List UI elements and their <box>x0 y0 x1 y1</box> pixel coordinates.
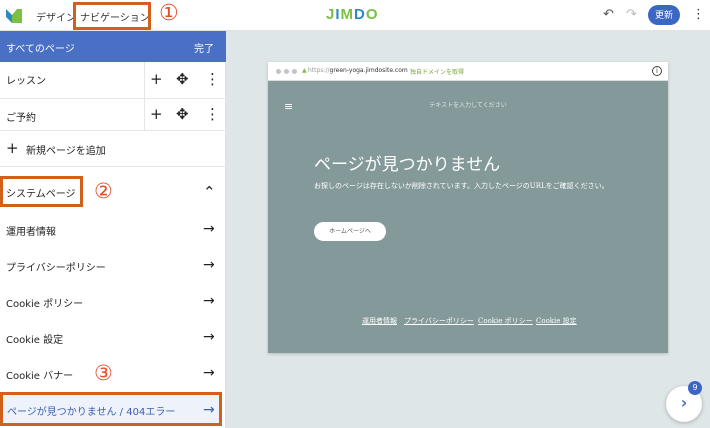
system-item-label: Cookie バナー <box>6 371 74 382</box>
jimdo-logo-icon[interactable] <box>5 6 23 24</box>
annotation-highlight-navigation <box>73 2 151 30</box>
home-page-button[interactable]: ホームページへ <box>314 222 386 241</box>
system-item-cookie-policy[interactable]: Cookie ポリシー → <box>0 283 226 319</box>
annotation-highlight-system-pages <box>0 176 83 207</box>
add-subpage-icon[interactable]: + <box>150 107 163 122</box>
more-icon[interactable]: ⋮ <box>205 72 220 87</box>
window-dot-icon <box>292 69 297 74</box>
sidebar-title: すべてのページ <box>6 44 75 55</box>
preview-url: https://green-yoga.jimdosite.com <box>308 67 408 74</box>
system-item-cookie-settings[interactable]: Cookie 設定 → <box>0 319 226 355</box>
chevron-up-icon[interactable]: ⌃ <box>203 185 216 200</box>
arrow-right-icon: → <box>203 402 215 418</box>
system-item-label: Cookie ポリシー <box>6 299 84 310</box>
move-icon[interactable]: ✥ <box>176 72 189 87</box>
page-item-label: ご予約 <box>6 113 36 124</box>
system-item-404[interactable]: ページが見つかりません / 404エラー → <box>0 392 222 426</box>
footer-link-cookie-policy[interactable]: Cookie ポリシー <box>478 316 533 326</box>
plus-icon: + <box>6 139 19 157</box>
site-logo-icon: ▲ <box>302 67 307 74</box>
add-page-button[interactable]: + 新規ページを追加 <box>0 131 226 167</box>
more-options-icon[interactable]: ⋮ <box>692 7 705 22</box>
system-item-operator-info[interactable]: 運用者情報 → <box>0 211 226 247</box>
tab-design[interactable]: デザイン <box>36 9 76 24</box>
navigation-sidebar: すべてのページ 完了 レッスン + ✥ ⋮ ご予約 + ✥ ⋮ + 新規ページを… <box>0 31 226 428</box>
system-item-label: 運用者情報 <box>6 227 56 238</box>
system-item-label: Cookie 設定 <box>6 335 64 346</box>
system-item-privacy-policy[interactable]: プライバシーポリシー → <box>0 247 226 283</box>
header-placeholder-text[interactable]: テキストを入力してください <box>268 100 668 109</box>
redo-icon[interactable]: ↷ <box>626 7 637 22</box>
page-item-lesson[interactable]: レッスン + ✥ ⋮ <box>0 62 226 99</box>
page-item-label: レッスン <box>6 76 46 87</box>
arrow-right-icon: → <box>203 257 215 273</box>
done-button[interactable]: 完了 <box>194 40 214 55</box>
get-domain-link[interactable]: 独自ドメインを取得 <box>410 67 464 76</box>
not-found-title[interactable]: ページが見つかりません <box>314 150 500 175</box>
browser-chrome: ▲ https://green-yoga.jimdosite.com 独自ドメイ… <box>268 62 668 81</box>
footer-link-cookie-settings[interactable]: Cookie 設定 <box>536 316 577 326</box>
add-subpage-icon[interactable]: + <box>150 72 163 87</box>
update-button[interactable]: 更新 <box>648 5 680 25</box>
window-dot-icon <box>276 69 281 74</box>
info-icon[interactable]: i <box>652 66 662 76</box>
brand-logo: JIMDO <box>326 6 379 23</box>
arrow-right-icon: → <box>203 221 215 237</box>
system-item-label: プライバシーポリシー <box>6 263 106 274</box>
footer-link-operator-info[interactable]: 運用者情報 <box>362 316 397 326</box>
add-page-label: 新規ページを追加 <box>26 146 106 157</box>
footer-link-privacy-policy[interactable]: プライバシーポリシー <box>404 316 474 326</box>
not-found-description[interactable]: お探しのページは存在しないか削除されています。入力したページのURLをご確認くだ… <box>314 180 634 192</box>
site-preview: ▲ https://green-yoga.jimdosite.com 独自ドメイ… <box>268 62 668 353</box>
annotation-number-2: ② <box>94 179 113 203</box>
page-item-reservation[interactable]: ご予約 + ✥ ⋮ <box>0 99 226 131</box>
annotation-number-3: ③ <box>94 361 113 385</box>
move-icon[interactable]: ✥ <box>176 107 189 122</box>
window-dot-icon <box>284 69 289 74</box>
notification-badge: 9 <box>688 381 702 395</box>
top-bar: デザイン ナビゲーション ① JIMDO ↶ ↷ 更新 ⋮ <box>0 0 710 31</box>
more-icon[interactable]: ⋮ <box>205 107 220 122</box>
undo-icon[interactable]: ↶ <box>603 7 614 22</box>
arrow-right-icon: → <box>203 293 215 309</box>
sidebar-header: すべてのページ 完了 <box>0 31 226 62</box>
arrow-right-icon: → <box>203 329 215 345</box>
annotation-number-1: ① <box>159 1 179 26</box>
system-item-cookie-banner[interactable]: Cookie バナー → <box>0 355 226 391</box>
arrow-right-icon: → <box>203 365 215 381</box>
system-item-label: ページが見つかりません / 404エラー <box>7 407 176 418</box>
